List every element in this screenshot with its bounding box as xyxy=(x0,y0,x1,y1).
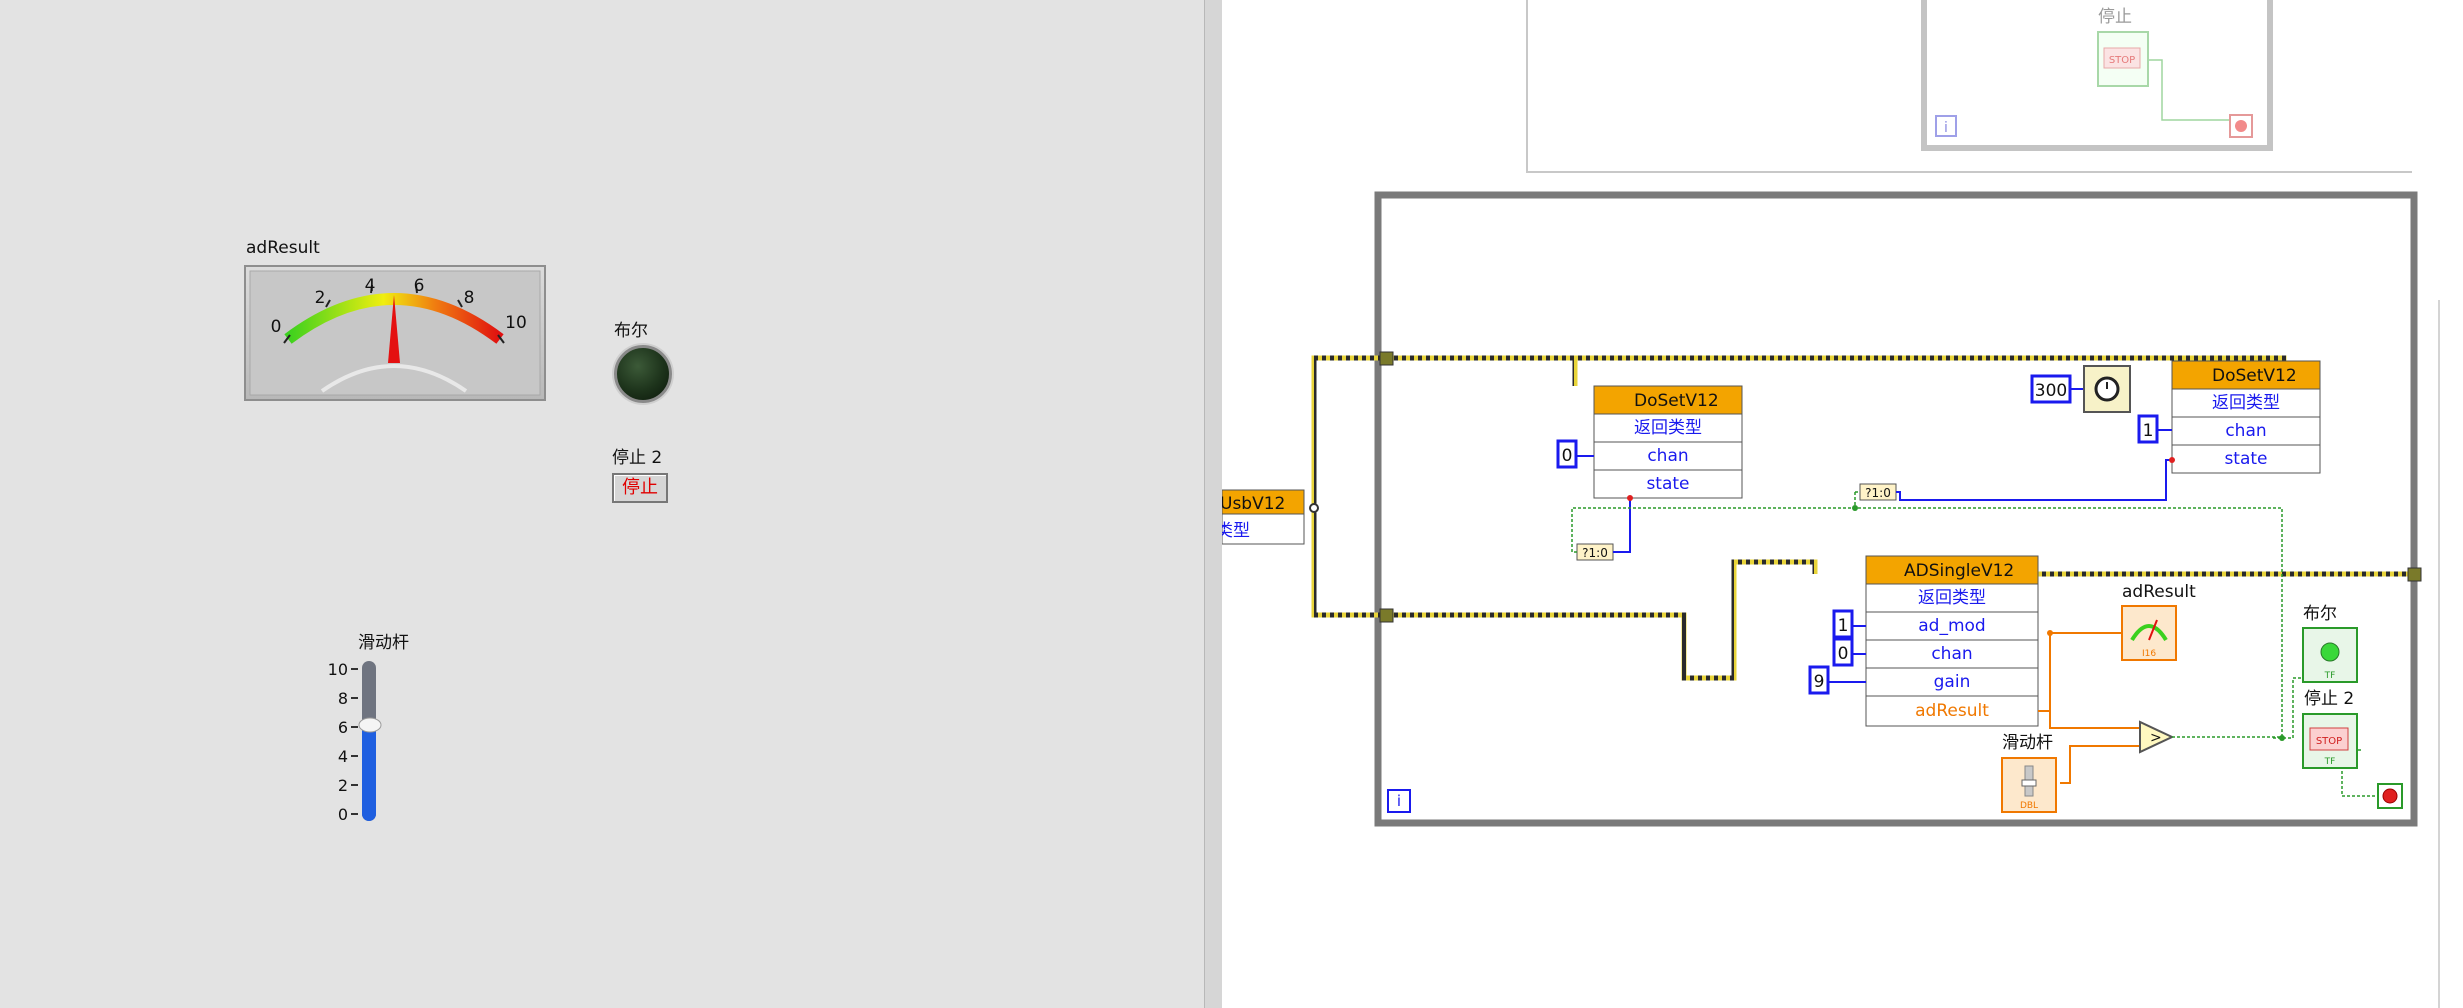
iteration-label: i xyxy=(1397,792,1401,810)
state-wire-b xyxy=(1896,459,2172,501)
term-slider-type: DBL xyxy=(2020,801,2038,811)
slider-thumb[interactable] xyxy=(358,717,382,733)
term-led-icon xyxy=(2320,642,2340,662)
term-led-type: TF xyxy=(2324,671,2336,681)
greater-than-symbol: > xyxy=(2150,730,2162,746)
block-diagram: 停止 STOP i UsbV12 类型 DoSetV12 返回类型 chan s… xyxy=(1222,0,2463,1008)
dosetv12-b-row: chan xyxy=(2225,421,2266,441)
upper-stop-label: 停止 xyxy=(2098,7,2132,27)
upper-iteration-label: i xyxy=(1944,120,1948,136)
usbv12-title: UsbV12 xyxy=(1222,494,1285,514)
front-panel: adResult 0 2 4 6 8 10 布尔 停止 2 停止 滑动杆 10 … xyxy=(0,0,1204,1008)
gauge-label: adResult xyxy=(246,238,320,258)
compare-wire-x xyxy=(2049,711,2140,729)
const-ad-chan-value: 0 xyxy=(1838,644,1849,664)
adsingle-title: ADSingleV12 xyxy=(1904,561,2014,581)
boolean-led[interactable] xyxy=(614,345,672,403)
dosetv12-b-title: DoSetV12 xyxy=(2212,366,2297,386)
node-dosetv12-a[interactable]: DoSetV12 返回类型 chan state xyxy=(1593,385,1743,499)
select-text-a: ?1:0 xyxy=(1582,546,1608,560)
slider-tick-label: 10 xyxy=(328,660,348,679)
slider-label: 滑动杆 xyxy=(358,633,409,653)
dosetv12-a-row: 返回类型 xyxy=(1634,418,1702,438)
vertical-slider[interactable]: 10 8 6 4 2 0 xyxy=(318,655,398,831)
term-adresult-label: adResult xyxy=(2122,582,2196,602)
const-chan-1-value: 1 xyxy=(2143,421,2154,441)
dosetv12-b-row: state xyxy=(2224,449,2267,469)
window-splitter[interactable] xyxy=(1204,0,1224,1008)
term-stop-label: 停止 2 xyxy=(2304,689,2354,709)
slider-fill xyxy=(362,724,376,821)
adresult-gauge[interactable]: 0 2 4 6 8 10 xyxy=(244,265,546,401)
slider-tick-label: 0 xyxy=(338,805,348,824)
wire-junction xyxy=(1309,503,1319,513)
slider-tick-marks xyxy=(351,668,358,815)
const-chan-0-value: 0 xyxy=(1562,446,1573,466)
slider-tick-label: 4 xyxy=(338,747,348,766)
upper-stop-text: STOP xyxy=(2109,55,2135,66)
usbv12-row: 类型 xyxy=(1222,521,1250,541)
upper-condition-icon xyxy=(2235,120,2247,132)
gauge-tick-label: 2 xyxy=(315,288,326,308)
stop-label: 停止 2 xyxy=(612,448,663,468)
term-stop-text: STOP xyxy=(2316,736,2342,747)
boolean-wire-led xyxy=(2273,677,2303,739)
slider-tick-label: 8 xyxy=(338,689,348,708)
adsingle-row: chan xyxy=(1931,644,1972,664)
dosetv12-b-row: 返回类型 xyxy=(2212,393,2280,413)
gauge-tick-label: 6 xyxy=(414,276,425,296)
stop-button[interactable]: 停止 xyxy=(612,473,668,503)
adresult-wire xyxy=(2038,632,2122,712)
loop-condition-icon xyxy=(2382,788,2398,804)
gauge-tick-label: 4 xyxy=(365,276,376,296)
term-stop-type: TF xyxy=(2324,757,2336,767)
tunnel xyxy=(1379,608,1394,623)
upper-bool-wire xyxy=(2149,59,2239,121)
adsingle-row: gain xyxy=(1934,672,1971,692)
dosetv12-a-row: chan xyxy=(1647,446,1688,466)
node-dosetv12-b[interactable]: DoSetV12 返回类型 chan state xyxy=(2171,360,2321,474)
const-wait-value: 300 xyxy=(2035,381,2067,401)
adsingle-row-output: adResult xyxy=(1915,701,1989,721)
main-while-loop xyxy=(1374,191,2418,827)
adsingle-row: 返回类型 xyxy=(1918,588,1986,608)
node-usbv12[interactable]: UsbV12 类型 xyxy=(1222,489,1305,545)
term-led-label: 布尔 xyxy=(2303,604,2337,624)
wire-coercion xyxy=(2169,457,2175,463)
state-wire-a xyxy=(1613,498,1631,553)
const-ad-mod-value: 1 xyxy=(1838,616,1849,636)
gauge-tick-label: 10 xyxy=(505,313,527,333)
compare-wire-y xyxy=(2060,745,2140,784)
wire-coercion xyxy=(1627,495,1633,501)
node-adsinglev12[interactable]: ADSingleV12 返回类型 ad_mod chan gain adResu… xyxy=(1865,555,2039,727)
term-slider-label: 滑动杆 xyxy=(2002,733,2053,753)
gauge-tick-label: 8 xyxy=(464,288,475,308)
gauge-tick-label: 0 xyxy=(271,317,282,337)
slider-tick-label: 2 xyxy=(338,776,348,795)
led-label: 布尔 xyxy=(614,321,648,341)
term-adresult-type: I16 xyxy=(2142,649,2156,659)
tunnel xyxy=(1379,351,1394,366)
const-gain-value: 9 xyxy=(1814,672,1825,692)
dosetv12-a-row: state xyxy=(1646,474,1689,494)
adsingle-row: ad_mod xyxy=(1918,616,1985,636)
tunnel xyxy=(2407,567,2422,582)
slider-tick-label: 6 xyxy=(338,718,348,737)
dosetv12-a-title: DoSetV12 xyxy=(1634,391,1719,411)
select-text-b: ?1:0 xyxy=(1865,486,1891,500)
